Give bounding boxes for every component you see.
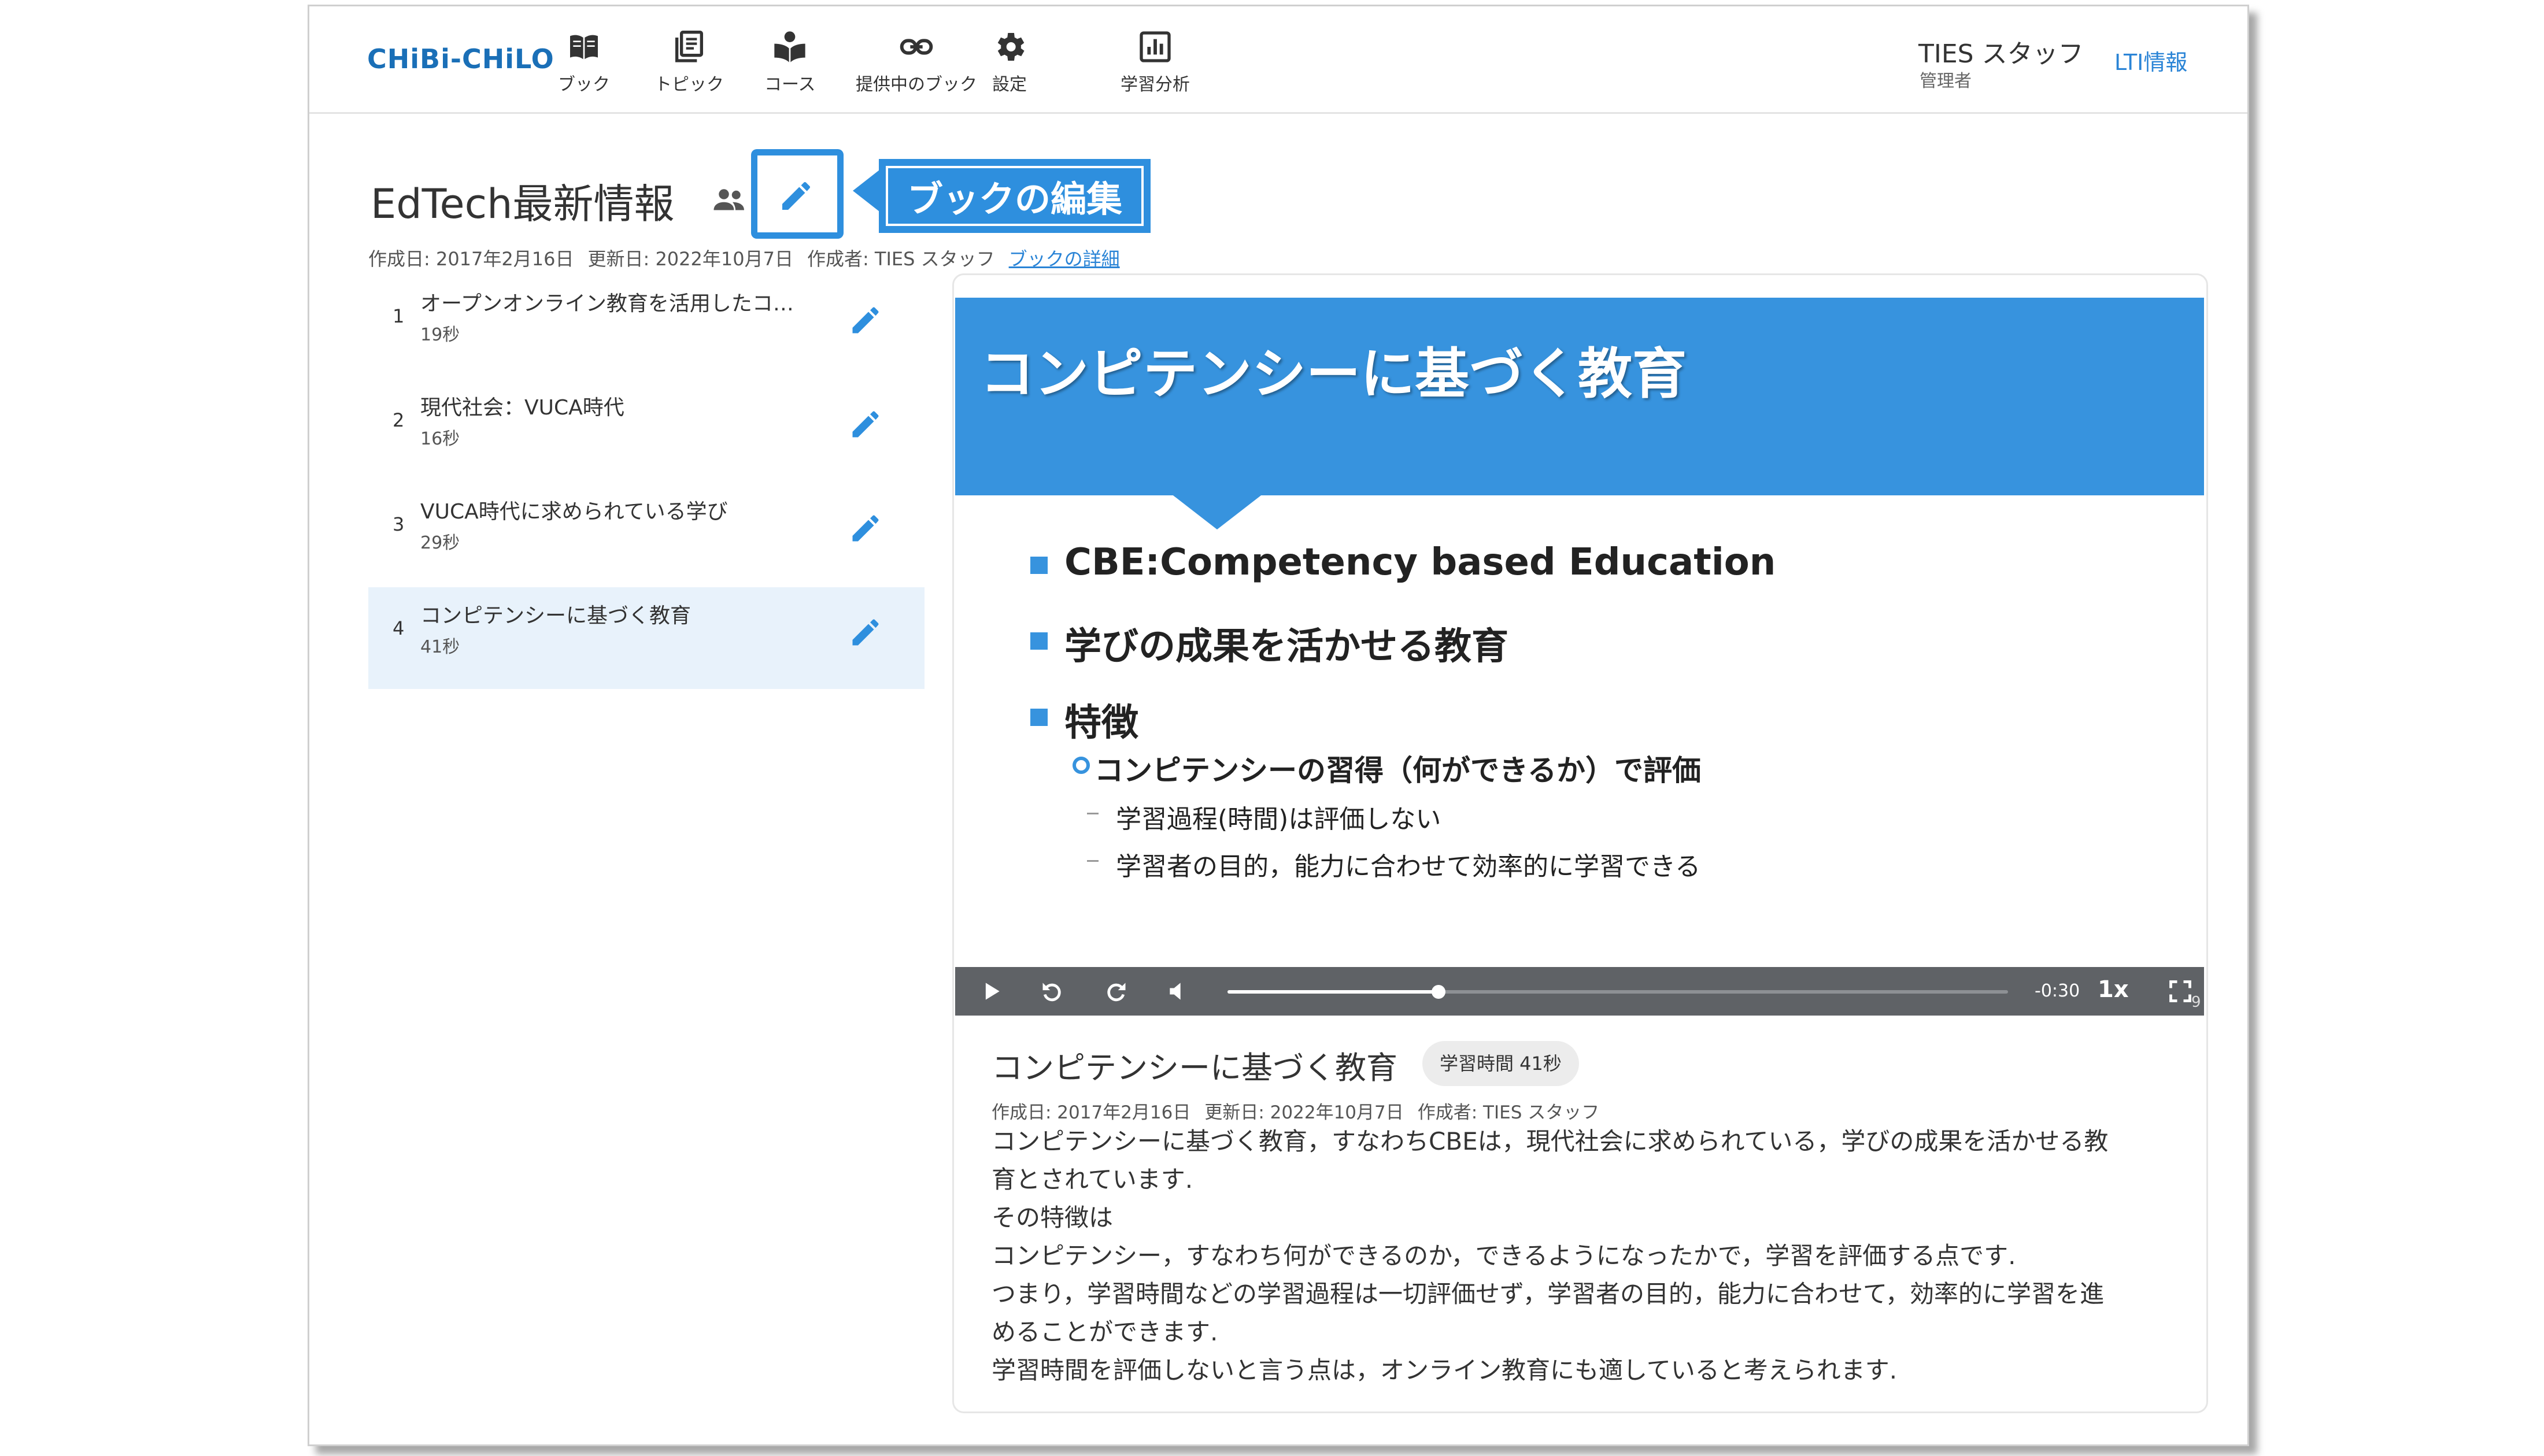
topic-title: コンピテンシーに基づく教育 — [992, 1050, 1397, 1086]
book-created-date: 作成日: 2017年2月16日 — [368, 248, 574, 270]
slide-bullet-square — [1030, 709, 1048, 726]
link-icon — [900, 39, 933, 55]
description-line: コンピテンシー，すなわち何ができるのか，できるようになったかで，学習を評価する点… — [992, 1242, 2016, 1270]
video-controls: -0:30 1x 9 — [955, 967, 2204, 1016]
top-navigation-bar: CHiBi-CHiLO ブック トピック コース 提供中のブック 設定 学習分析… — [309, 6, 2247, 114]
shared-people-icon — [713, 189, 744, 210]
description-line: コンピテンシーに基づく教育，すなわちCBEは，現代社会に求められている，学びの成… — [992, 1127, 2109, 1155]
book-title: EdTech最新情報 — [371, 180, 675, 228]
topic-author: 作成者: TIES スタッフ — [1417, 1102, 1600, 1123]
slide-band-pointer — [1171, 494, 1263, 529]
topic-icon — [675, 30, 703, 62]
seek-bar-fill — [1227, 990, 1439, 994]
user-role: 管理者 — [1920, 71, 1972, 91]
topic-updated-date: 更新日: 2022年10月7日 — [1204, 1102, 1404, 1123]
chapter-duration: 16秒 — [420, 429, 460, 449]
nav-book-label: ブック — [558, 75, 610, 95]
chapter-number: 2 — [393, 409, 405, 431]
nav-analytics[interactable]: 学習分析 — [1121, 28, 1190, 95]
book-author: 作成者: TIES スタッフ — [807, 248, 995, 270]
slide-sub-item: 学習過程(時間)は評価しない — [1116, 805, 1441, 834]
slide-sub-bullet-text: コンピテンシーの習得（何ができるか）で評価 — [1094, 754, 1701, 787]
slide-title: コンピテンシーに基づく教育 — [980, 343, 1687, 406]
rewind-icon[interactable] — [1040, 979, 1065, 1004]
chapter-title: オープンオンライン教育を活用したコ… — [420, 292, 794, 316]
topic-created-date: 作成日: 2017年2月16日 — [992, 1102, 1191, 1123]
slide-dash-mark — [1087, 813, 1099, 814]
chapter-title: VUCA時代に求められている学び — [420, 500, 728, 524]
topic-meta: 作成日: 2017年2月16日 更新日: 2022年10月7日 作成者: TIES … — [992, 1098, 1613, 1124]
playback-speed-button[interactable]: 1x — [2098, 976, 2129, 1003]
nav-provided-books[interactable]: 提供中のブック — [856, 28, 977, 95]
edit-book-callout-label: ブックの編集 — [886, 166, 1144, 226]
slide-bullet-square — [1030, 557, 1048, 574]
volume-icon[interactable] — [1166, 979, 1191, 1004]
nav-course-label: コース — [764, 75, 816, 95]
chapter-duration: 19秒 — [420, 325, 460, 345]
seek-bar[interactable] — [1227, 985, 2008, 999]
chapter-duration: 29秒 — [420, 533, 460, 553]
analytics-icon — [1140, 31, 1171, 62]
book-icon — [570, 35, 598, 60]
slide-bullet-text: 特徴 — [1064, 702, 1138, 744]
nav-provided-books-label: 提供中のブック — [856, 75, 977, 95]
book-meta: 作成日: 2017年2月16日 更新日: 2022年10月7日 作成者: TIES … — [368, 244, 1134, 271]
edit-chapter-pencil-icon[interactable] — [848, 615, 883, 650]
edit-book-callout: ブックの編集 — [879, 159, 1151, 233]
chapter-item-3[interactable]: 3 VUCA時代に求められている学び 29秒 — [368, 483, 925, 585]
app-window: CHiBi-CHiLO ブック トピック コース 提供中のブック 設定 学習分析… — [308, 5, 2249, 1446]
nav-topic[interactable]: トピック — [655, 28, 724, 95]
description-line: めることができます. — [992, 1318, 1218, 1346]
slide-bullet-text: CBE:Competency based Education — [1064, 541, 1776, 584]
chapter-title: コンピテンシーに基づく教育 — [420, 604, 692, 628]
slide-sub-bullet-circle — [1073, 757, 1090, 774]
pencil-icon — [782, 182, 810, 210]
description-line: その特徴は — [992, 1203, 1114, 1232]
fullscreen-icon[interactable] — [2168, 979, 2193, 1004]
seek-bar-handle[interactable] — [1431, 985, 1445, 999]
nav-settings[interactable]: 設定 — [991, 28, 1028, 95]
nav-settings-label: 設定 — [992, 75, 1027, 95]
edit-chapter-pencil-icon[interactable] — [848, 511, 883, 546]
description-line: 学習時間を評価しないと言う点は，オンライン教育にも適していると考えられます. — [992, 1356, 1898, 1384]
chapter-number: 3 — [393, 513, 405, 535]
slide-bullet-text: 学びの成果を活かせる教育 — [1064, 625, 1508, 668]
gear-icon — [997, 33, 1025, 61]
course-icon — [774, 31, 805, 62]
chapter-number: 4 — [393, 617, 405, 639]
edit-chapter-pencil-icon[interactable] — [848, 407, 883, 442]
forward-icon[interactable] — [1103, 979, 1129, 1004]
page-corner-number: 9 — [2191, 994, 2201, 1011]
chapter-number: 1 — [393, 305, 405, 327]
description-line: 育とされています. — [992, 1165, 1193, 1194]
chapter-item-4[interactable]: 4 コンピテンシーに基づく教育 41秒 — [368, 587, 925, 689]
nav-course[interactable]: コース — [764, 28, 816, 95]
chapter-duration: 41秒 — [420, 637, 460, 657]
play-icon[interactable] — [978, 979, 1004, 1004]
nav-topic-label: トピック — [655, 75, 724, 95]
book-details-link[interactable]: ブックの詳細 — [1009, 248, 1120, 270]
edit-book-button[interactable] — [751, 149, 844, 239]
slide-bullet-square — [1030, 632, 1048, 650]
lti-info-link[interactable]: LTI情報 — [2114, 45, 2187, 76]
description-line: つまり，学習時間などの学習過程は一切評価せず，学習者の目的，能力に合わせて，効率… — [992, 1280, 2105, 1308]
book-updated-date: 更新日: 2022年10月7日 — [587, 248, 793, 270]
chapter-item-2[interactable]: 2 現代社会：VUCA時代 16秒 — [368, 379, 925, 481]
nav-book[interactable]: ブック — [558, 28, 610, 95]
slide-dash-mark — [1087, 860, 1099, 862]
chapter-title: 現代社会：VUCA時代 — [420, 396, 624, 420]
chapter-item-1[interactable]: 1 オープンオンライン教育を活用したコ… 19秒 — [368, 275, 925, 377]
callout-pointer — [853, 170, 879, 212]
user-name[interactable]: TIES スタッフ — [1918, 33, 2084, 70]
edit-chapter-pencil-icon[interactable] — [848, 303, 883, 338]
app-logo[interactable]: CHiBi-CHiLO — [367, 43, 554, 75]
study-time-badge: 学習時間 41秒 — [1422, 1041, 1579, 1086]
slide-sub-item: 学習者の目的，能力に合わせて効率的に学習できる — [1116, 852, 1701, 881]
time-remaining: -0:30 — [2035, 981, 2080, 1001]
nav-analytics-label: 学習分析 — [1121, 75, 1190, 95]
